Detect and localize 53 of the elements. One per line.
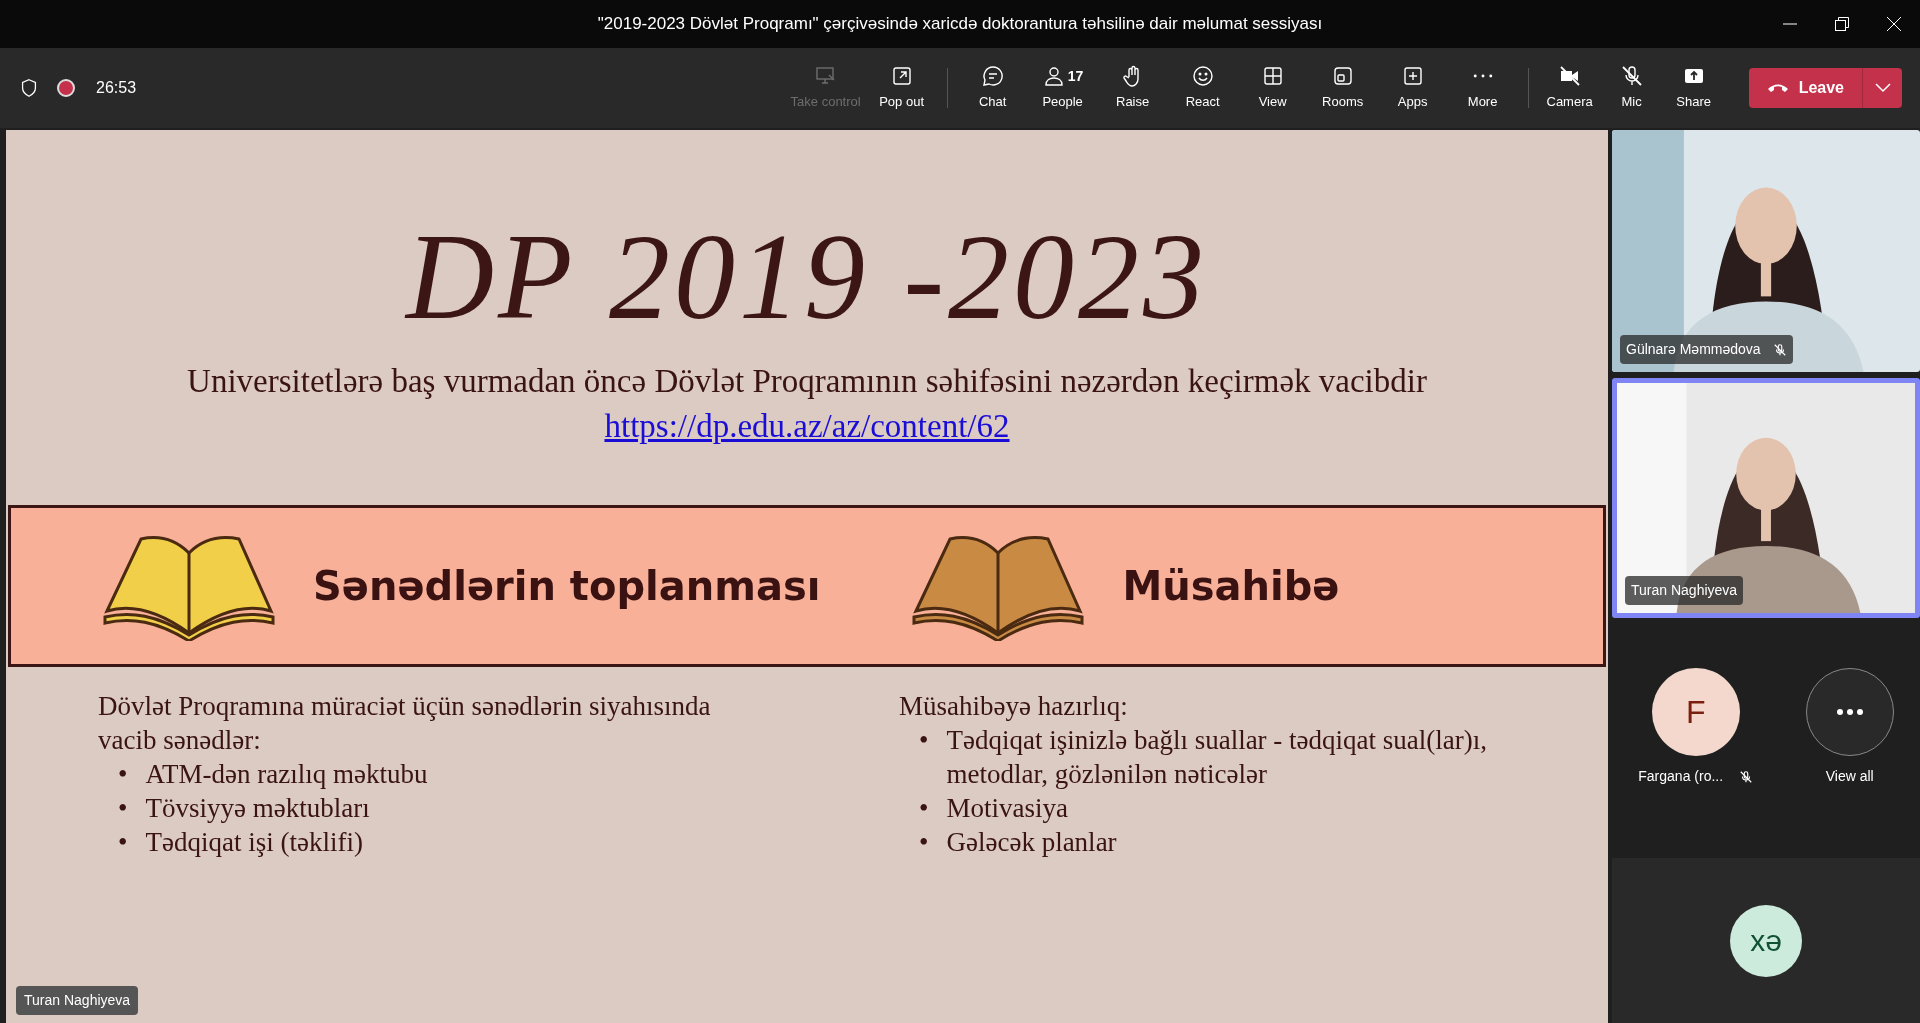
restore-icon[interactable] [1834, 16, 1850, 32]
list-item: ATM-dən razılıq məktubu [145, 758, 428, 791]
list-item: Motivasiya [946, 792, 1068, 825]
chat-button[interactable]: Chat [957, 56, 1028, 120]
mic-button[interactable]: Mic [1600, 56, 1663, 120]
chat-icon [980, 64, 1005, 89]
leave-button[interactable]: Leave [1748, 68, 1862, 108]
smiley-icon [1190, 64, 1215, 89]
avatar: xə [1730, 904, 1802, 977]
presenter-name: Turan Naghiyeva [16, 986, 139, 1015]
more-button[interactable]: More [1447, 56, 1518, 120]
bullet: • [919, 826, 929, 859]
section-heading: Müsahibə [1122, 562, 1340, 611]
participant-name: View all [1825, 767, 1874, 786]
caret-icon [1874, 83, 1891, 93]
more-icon [1472, 74, 1493, 79]
avatar: F [1651, 668, 1740, 756]
link[interactable]: https://dp.edu.az/az/content/62 [604, 401, 1010, 452]
list-intro: Dövlət Proqramına müraciət üçün sənədlərin siyahısında vacib sənədlər: [98, 690, 712, 757]
bullet: • [118, 758, 128, 791]
name-label: Turan Naghiyeva [1625, 576, 1744, 605]
participant-name: Fargana (ro... [1638, 767, 1724, 786]
camera-button[interactable]: Camera [1538, 56, 1601, 120]
minimize-icon[interactable] [1782, 23, 1798, 25]
timer: 26:53 [96, 78, 137, 98]
more-icon [1836, 709, 1863, 715]
participant-count: 17 [1067, 66, 1084, 86]
list-item: Gələcək planlar [946, 826, 1117, 859]
list-item: Tədqiqat işinizlə bağlı suallar - tədqiqat sual(lar)ı, metodlar, gözlənilən nəticələr [946, 724, 1489, 791]
share-button[interactable]: Share [1662, 56, 1725, 120]
react-button[interactable]: React [1167, 56, 1238, 120]
bullet: • [118, 792, 128, 825]
phone-icon [1766, 82, 1789, 94]
apps-button[interactable]: Apps [1377, 56, 1448, 120]
name-label: Gülnarə Məmmədova [1620, 335, 1793, 364]
view-button[interactable]: View [1237, 56, 1308, 120]
section-heading: Sənədlərin toplanması [313, 562, 821, 611]
people-button[interactable]: 17 People [1027, 56, 1098, 120]
slide-title: DP 2019 -2023 [405, 210, 1209, 345]
close-icon[interactable] [1886, 16, 1902, 32]
mic-off-icon [1772, 341, 1787, 358]
list-item: Tədqiqat işi (təklifi) [145, 826, 363, 859]
slide-subtitle: Universitetlərə baş vurmadan öncə Dövlət Proqramının səhifəsini nəzərdən keçirmək vacibdir [187, 362, 1427, 402]
pop-out-button[interactable]: Pop out [866, 56, 937, 120]
bullet: • [919, 724, 929, 757]
raise-button[interactable]: Raise [1097, 56, 1168, 120]
rooms-button[interactable]: Rooms [1307, 56, 1378, 120]
list-item: Tövsiyyə məktubları [145, 792, 370, 825]
list-intro: Müsahibəyə hazırlıq: [899, 690, 1129, 723]
leave-options-button[interactable] [1862, 68, 1902, 108]
window-title: "2019-2023 Dövlət Proqramı" çərçivəsində xaricdə doktorantura təhsilinə dair məlumat sessiyası [597, 14, 1323, 33]
bullet: • [118, 826, 128, 859]
bullet: • [919, 792, 929, 825]
